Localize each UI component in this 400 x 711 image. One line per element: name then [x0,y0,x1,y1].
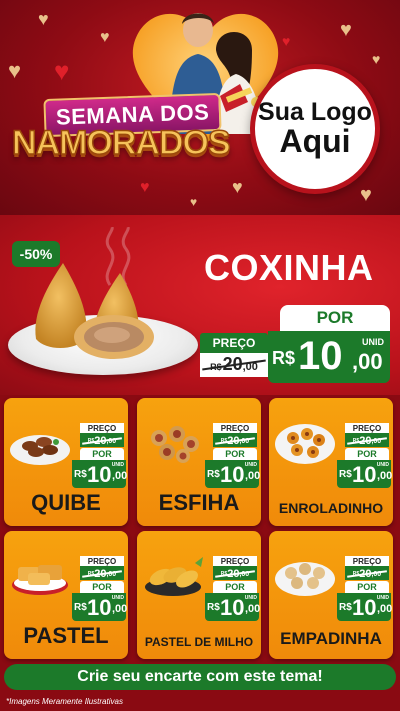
heart-icon: ♥ [100,29,110,46]
new-price-currency: R$ [207,602,220,613]
new-price-integer: 10 [220,462,245,487]
product-name: PASTEL [23,623,109,648]
preco-label: PREÇO [213,423,257,433]
cta-button[interactable]: Crie seu encarte com este tema! [4,664,396,690]
pastel-image [12,565,68,595]
por-label: POR [80,448,124,460]
new-price-integer: 10 [87,462,112,487]
unit-label: UNID [376,462,389,468]
product-name: ESFIHA [158,490,240,515]
product-card: PREÇO R$ 20 ,00 POR UNID R$ 10 ,00 PASTE… [137,531,261,659]
new-price-integer: 10 [352,462,377,487]
por-label: POR [213,448,257,460]
product-card: PREÇO R$ 20 ,00 POR UNID R$ 10 ,00 EMPAD… [269,531,393,659]
unit-label: UNID [244,462,257,468]
new-price: UNID R$ 10 ,00 [268,331,390,383]
product-card: PREÇO R$ 20 ,00 POR UNID R$ 10 ,00 ESFIH… [137,398,261,526]
quibe-image [10,435,70,465]
preco-label: PREÇO [345,423,389,433]
new-price-currency: R$ [74,469,87,480]
new-price-decimal: ,00 [112,470,128,482]
new-price-integer: 10 [298,334,343,378]
por-label: POR [280,305,390,331]
preco-label: PREÇO [80,556,124,566]
hero-banner: ♥ ♥ ♥ ♥ ♥ ♥ ♥ ♥ ♥ ♥ ♥ SEMANA DOS NAMORAD… [0,0,400,215]
disclaimer-text: *Imagens Meramente Ilustrativas [6,697,123,706]
preco-label: PREÇO [213,556,257,566]
heart-icon: ♥ [360,184,372,206]
unit-label: UNID [111,595,124,601]
new-price: UNID R$ 10 ,00 [72,593,128,621]
new-price-currency: R$ [74,602,87,613]
new-price: UNID R$ 10 ,00 [337,460,393,488]
por-label: POR [213,581,257,593]
product-card: PREÇO R$ 20 ,00 POR UNID R$ 10 ,00 PASTE… [4,531,128,659]
new-price-integer: 10 [352,595,377,620]
logo-placeholder: Sua Logo Aqui [250,64,380,194]
new-price-integer: 10 [87,595,112,620]
old-price: PREÇO R$ 20 ,00 [200,333,268,379]
unit-label: UNID [244,595,257,601]
product-name: PASTEL DE MILHO [144,635,254,649]
por-label: POR [345,448,389,460]
product-card: PREÇO R$ 20 ,00 POR UNID R$ 10 ,00 QUIBE [4,398,128,526]
product-name: ENROLADINHO [278,500,384,516]
new-price-currency: R$ [207,469,220,480]
new-price-decimal: ,00 [245,603,261,615]
unit-label: UNID [111,462,124,468]
new-price: UNID R$ 10 ,00 [72,460,128,488]
preco-label: PREÇO [80,423,124,433]
heart-icon: ♥ [282,33,291,49]
product-name: EMPADINHA [280,629,382,648]
heart-icon: ♥ [372,51,381,67]
event-title-line2: NAMORADOS [11,123,231,163]
por-label: POR [80,581,124,593]
new-price: UNID R$ 10 ,00 [205,593,261,621]
product-card: PREÇO R$ 20 ,00 POR UNID R$ 10 ,00 ENROL… [269,398,393,526]
preco-label: PREÇO [345,556,389,566]
new-price-decimal: ,00 [377,603,393,615]
preco-label: PREÇO [200,333,268,353]
unit-label: UNID [362,337,384,347]
por-label: POR [345,581,389,593]
new-price: UNID R$ 10 ,00 [337,593,393,621]
new-price-decimal: ,00 [112,603,128,615]
heart-icon: ♥ [38,9,49,29]
coxinha-image [35,263,154,359]
new-price-decimal: ,00 [352,349,383,374]
heart-icon: ♥ [340,19,352,41]
new-price-currency: R$ [339,602,352,613]
new-price-integer: 10 [220,595,245,620]
product-name: QUIBE [31,490,101,515]
new-price-decimal: ,00 [377,470,393,482]
featured-offer: -50% COXINHA POR PREÇO R$ 20 ,00 [0,215,400,395]
event-title: SEMANA DOS NAMORADOS [10,78,235,198]
logo-text-line2: Aqui [279,123,351,160]
unit-label: UNID [376,595,389,601]
enroladinho-image [275,424,335,464]
logo-text-line1: Sua Logo [258,98,372,127]
new-price-decimal: ,00 [245,470,261,482]
new-price: UNID R$ 10 ,00 [205,460,261,488]
pastel-de-milho-image [145,557,203,596]
new-price-currency: R$ [272,348,296,368]
featured-product-name: COXINHA [204,247,374,288]
product-grid: PREÇO R$ 20 ,00 POR UNID R$ 10 ,00 QUIBE [0,395,400,660]
new-price-currency: R$ [339,469,352,480]
featured-price: POR PREÇO R$ 20 ,00 UNID R$ 10 ,00 [200,305,390,385]
empadinha-image [275,562,335,596]
esfiha-image [151,426,199,463]
